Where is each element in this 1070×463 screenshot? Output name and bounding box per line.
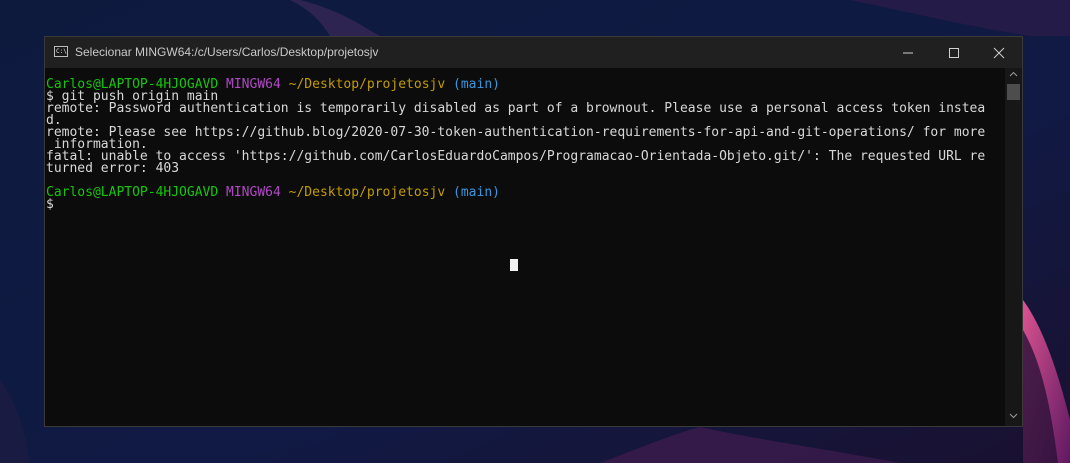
title-bar[interactable]: C:\_ Selecionar MINGW64:/c/Users/Carlos/… bbox=[45, 37, 1022, 68]
prompt-line-2: Carlos@LAPTOP-4HJOGAVD MINGW64 ~/Desktop… bbox=[45, 185, 1005, 200]
minimize-icon bbox=[903, 52, 913, 54]
console-app-icon: C:\_ bbox=[54, 46, 68, 57]
input-line[interactable]: $ bbox=[45, 198, 1005, 211]
maximize-button[interactable] bbox=[931, 37, 977, 68]
minimize-button[interactable] bbox=[885, 37, 931, 68]
close-button[interactable] bbox=[976, 37, 1022, 68]
prompt-branch: (main) bbox=[453, 77, 500, 92]
output-line: remote: Password authentication is tempo… bbox=[46, 101, 986, 116]
scrollbar-thumb[interactable] bbox=[1007, 84, 1020, 100]
output-line: fatal: unable to access 'https://github.… bbox=[46, 149, 986, 164]
maximize-icon bbox=[949, 48, 959, 58]
prompt-shell: MINGW64 bbox=[226, 77, 281, 92]
output-line: remote: Please see https://github.blog/2… bbox=[46, 125, 986, 140]
close-icon bbox=[993, 47, 1005, 59]
chevron-down-icon[interactable] bbox=[1009, 413, 1018, 419]
output-line: turned error: 403 bbox=[46, 161, 180, 176]
prompt-branch: (main) bbox=[453, 185, 500, 200]
prompt-path: ~/Desktop/projetosjv bbox=[288, 77, 446, 92]
prompt-user: Carlos@LAPTOP-4HJOGAVD bbox=[46, 185, 219, 200]
chevron-up-icon[interactable] bbox=[1009, 71, 1018, 77]
terminal-output[interactable]: Carlos@LAPTOP-4HJOGAVD MINGW64 ~/Desktop… bbox=[45, 68, 1005, 426]
window-title: Selecionar MINGW64:/c/Users/Carlos/Deskt… bbox=[75, 45, 379, 59]
terminal-window[interactable]: C:\_ Selecionar MINGW64:/c/Users/Carlos/… bbox=[44, 36, 1023, 427]
prompt-shell: MINGW64 bbox=[226, 185, 281, 200]
vertical-scrollbar[interactable] bbox=[1005, 68, 1022, 426]
mouse-text-cursor bbox=[510, 259, 518, 271]
prompt-path: ~/Desktop/projetosjv bbox=[288, 185, 446, 200]
